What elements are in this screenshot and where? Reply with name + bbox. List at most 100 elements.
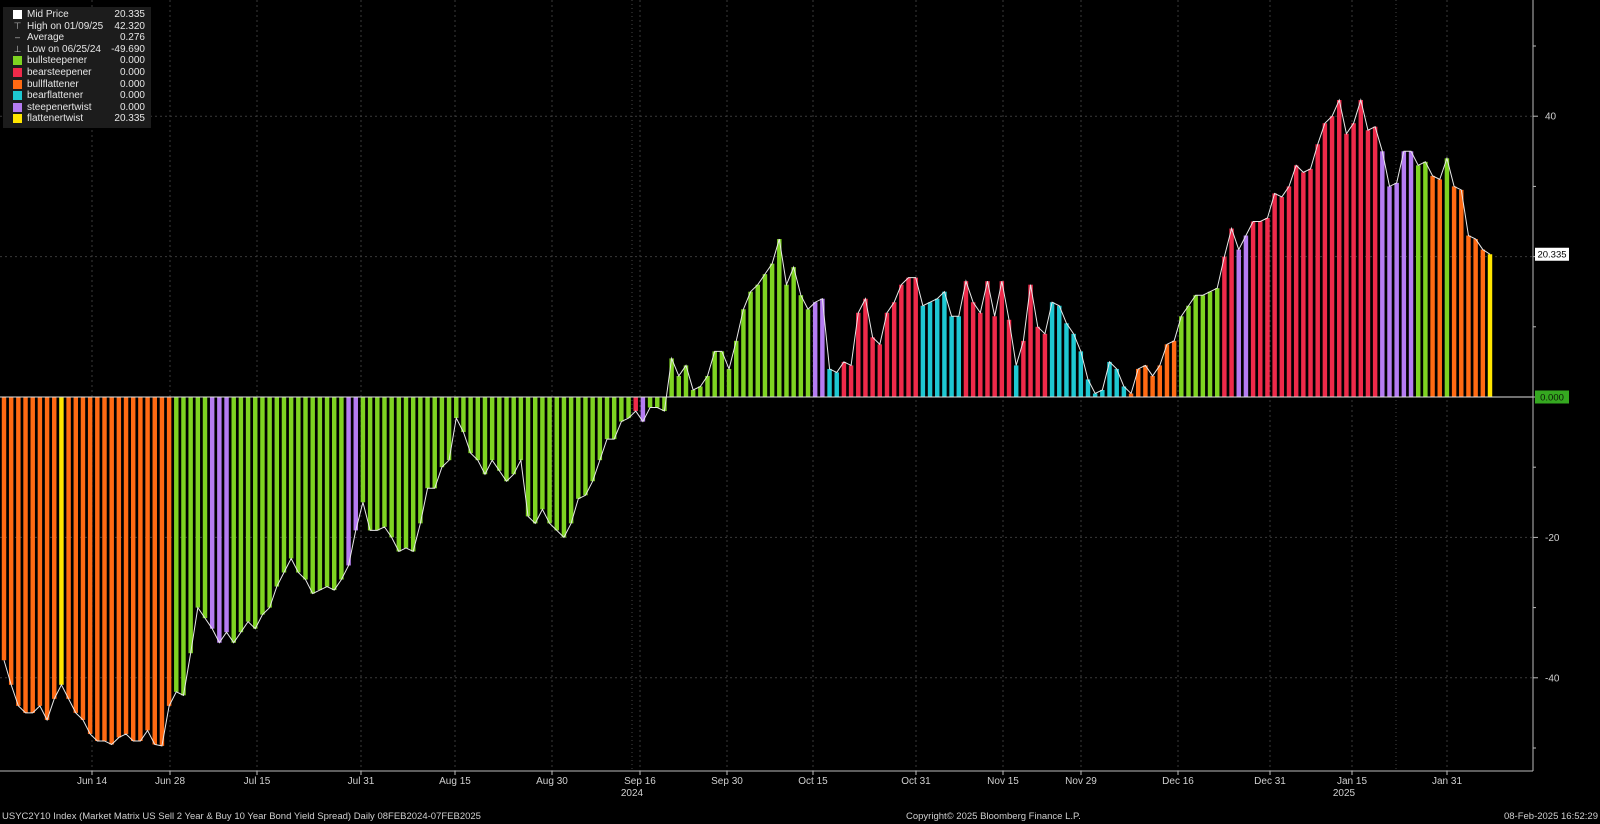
timestamp-text: 08-Feb-2025 16:52:29 bbox=[1503, 811, 1598, 822]
bar bbox=[1358, 100, 1364, 398]
bar bbox=[899, 284, 904, 397]
bar bbox=[676, 375, 682, 397]
bar bbox=[576, 397, 581, 499]
bar bbox=[1344, 133, 1349, 397]
bar bbox=[1451, 186, 1457, 397]
bar bbox=[805, 309, 811, 397]
bar bbox=[1042, 333, 1048, 397]
bar bbox=[999, 281, 1005, 397]
last-value-label: 20.335 bbox=[1537, 250, 1566, 261]
bar bbox=[274, 397, 280, 587]
bar bbox=[130, 397, 136, 741]
bar bbox=[396, 397, 402, 552]
bar bbox=[1258, 221, 1263, 397]
bar bbox=[152, 397, 157, 745]
legend-row: bearflattener 0.000 bbox=[3, 90, 151, 102]
bar bbox=[561, 397, 567, 538]
bar bbox=[942, 291, 947, 397]
bar bbox=[812, 302, 818, 397]
bar bbox=[784, 284, 789, 397]
bar bbox=[339, 397, 344, 580]
bar bbox=[848, 365, 854, 397]
bar bbox=[432, 397, 437, 489]
bar bbox=[1415, 165, 1421, 397]
bar bbox=[1179, 316, 1184, 397]
bar bbox=[1459, 189, 1464, 397]
bar bbox=[1164, 344, 1170, 397]
bar bbox=[611, 397, 617, 440]
bar bbox=[1265, 217, 1270, 397]
bar bbox=[231, 397, 236, 643]
bar bbox=[798, 295, 804, 397]
bar bbox=[734, 340, 739, 397]
legend-row: – Average 0.276 bbox=[3, 32, 151, 44]
legend-row: ⊥ Low on 06/25/24 -49.690 bbox=[3, 44, 151, 56]
bar bbox=[102, 397, 107, 741]
year-label: 2024 bbox=[621, 788, 644, 799]
bar bbox=[870, 337, 875, 397]
bar bbox=[762, 274, 768, 397]
bar bbox=[1193, 295, 1198, 397]
bar bbox=[1380, 151, 1385, 397]
bar bbox=[181, 397, 186, 696]
bar bbox=[583, 397, 588, 496]
zero-value-label: 0.000 bbox=[1540, 393, 1564, 404]
bar bbox=[52, 397, 57, 699]
bar bbox=[403, 397, 409, 548]
chart-bars bbox=[1, 100, 1493, 746]
legend-row: Mid Price 20.335 bbox=[3, 9, 151, 21]
bar bbox=[1487, 254, 1493, 397]
swatch-icon bbox=[13, 67, 22, 77]
swatch-icon bbox=[13, 114, 22, 124]
bar bbox=[719, 351, 725, 397]
bar bbox=[647, 397, 653, 408]
bar bbox=[1473, 239, 1478, 397]
bar bbox=[1351, 123, 1356, 397]
bar bbox=[619, 397, 624, 422]
bar bbox=[1401, 151, 1407, 397]
swatch-icon bbox=[13, 56, 22, 66]
bar bbox=[970, 302, 976, 397]
bar bbox=[511, 397, 516, 475]
bar bbox=[87, 397, 93, 734]
bar bbox=[1430, 175, 1435, 397]
chart-area: 4020-20-4020.3350.000Jun 14Jun 28Jul 15J… bbox=[0, 0, 1569, 799]
bar bbox=[1049, 302, 1055, 397]
bar bbox=[267, 397, 272, 608]
legend-label: Average bbox=[27, 32, 65, 44]
y-tick-label: -40 bbox=[1545, 673, 1560, 684]
bar bbox=[533, 397, 538, 524]
bar bbox=[1272, 193, 1277, 397]
bar bbox=[1444, 158, 1450, 397]
low-marker-icon: ⊥ bbox=[13, 43, 22, 54]
bar bbox=[1387, 186, 1392, 397]
bar bbox=[209, 397, 215, 629]
bar bbox=[726, 368, 732, 397]
legend-label: Low on 06/25/24 bbox=[27, 43, 101, 55]
bar bbox=[655, 397, 660, 408]
legend-label: bearflattener bbox=[27, 90, 84, 102]
year-label: 2025 bbox=[1333, 788, 1356, 799]
bar bbox=[8, 397, 14, 685]
high-marker-icon: ⊤ bbox=[13, 20, 22, 31]
bar bbox=[468, 397, 473, 454]
x-tick-label: Sep 16 bbox=[624, 776, 656, 787]
legend-label: bullflattener bbox=[27, 78, 79, 90]
x-tick-label: Jan 31 bbox=[1432, 776, 1462, 787]
average-line-icon: – bbox=[14, 32, 20, 43]
bar bbox=[547, 397, 552, 524]
legend-row: bearsteepener 0.000 bbox=[3, 67, 151, 79]
bar bbox=[956, 316, 961, 397]
bar bbox=[66, 397, 71, 699]
bar bbox=[145, 397, 150, 731]
bar bbox=[891, 302, 897, 397]
bar bbox=[1293, 165, 1299, 397]
bar bbox=[332, 397, 337, 591]
bar bbox=[1207, 291, 1213, 397]
bar bbox=[884, 312, 890, 397]
legend-value: 0.000 bbox=[119, 90, 145, 102]
bar bbox=[834, 372, 839, 397]
bar bbox=[913, 277, 918, 397]
bar bbox=[1394, 182, 1399, 397]
bar bbox=[1250, 221, 1256, 397]
